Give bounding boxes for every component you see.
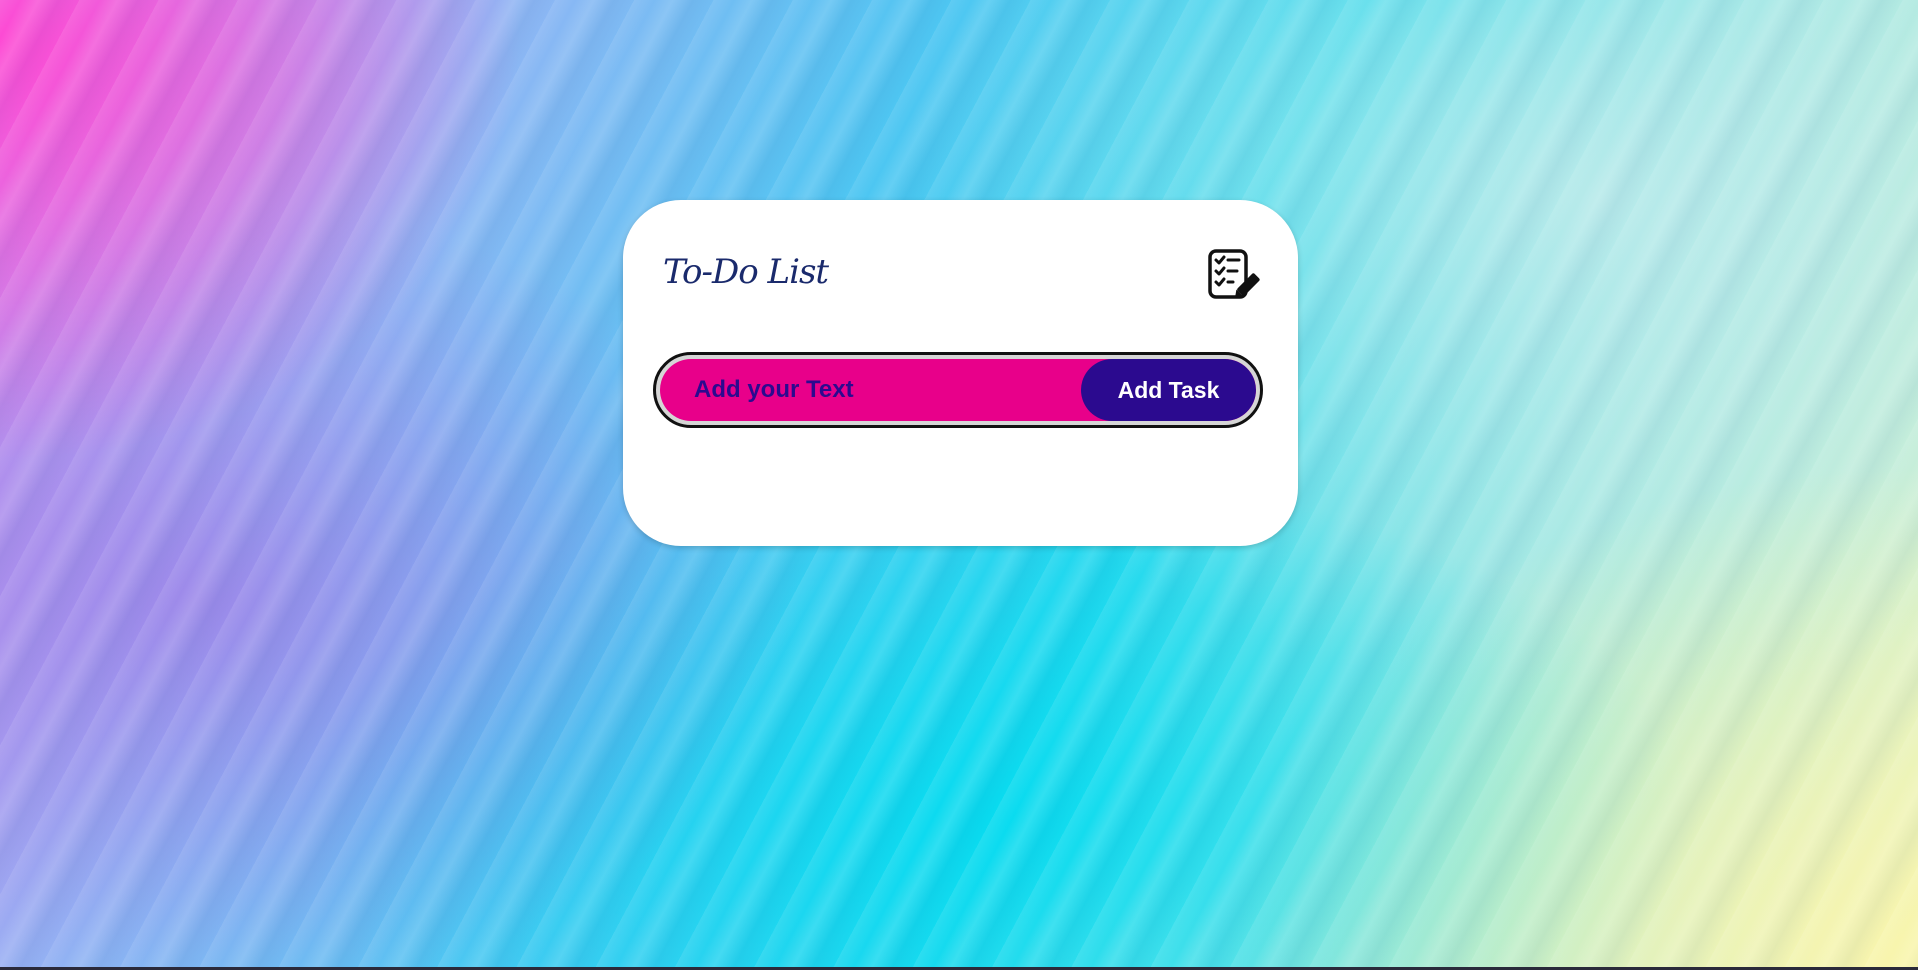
input-pill: Add Task bbox=[660, 359, 1256, 421]
add-task-button[interactable]: Add Task bbox=[1081, 359, 1256, 421]
checklist-edit-icon bbox=[1208, 249, 1260, 299]
add-task-form: Add Task bbox=[653, 352, 1263, 428]
app-title: To-Do List bbox=[663, 252, 829, 292]
todo-card: To-Do List Add Task bbox=[623, 200, 1298, 546]
task-input[interactable] bbox=[660, 359, 1080, 421]
